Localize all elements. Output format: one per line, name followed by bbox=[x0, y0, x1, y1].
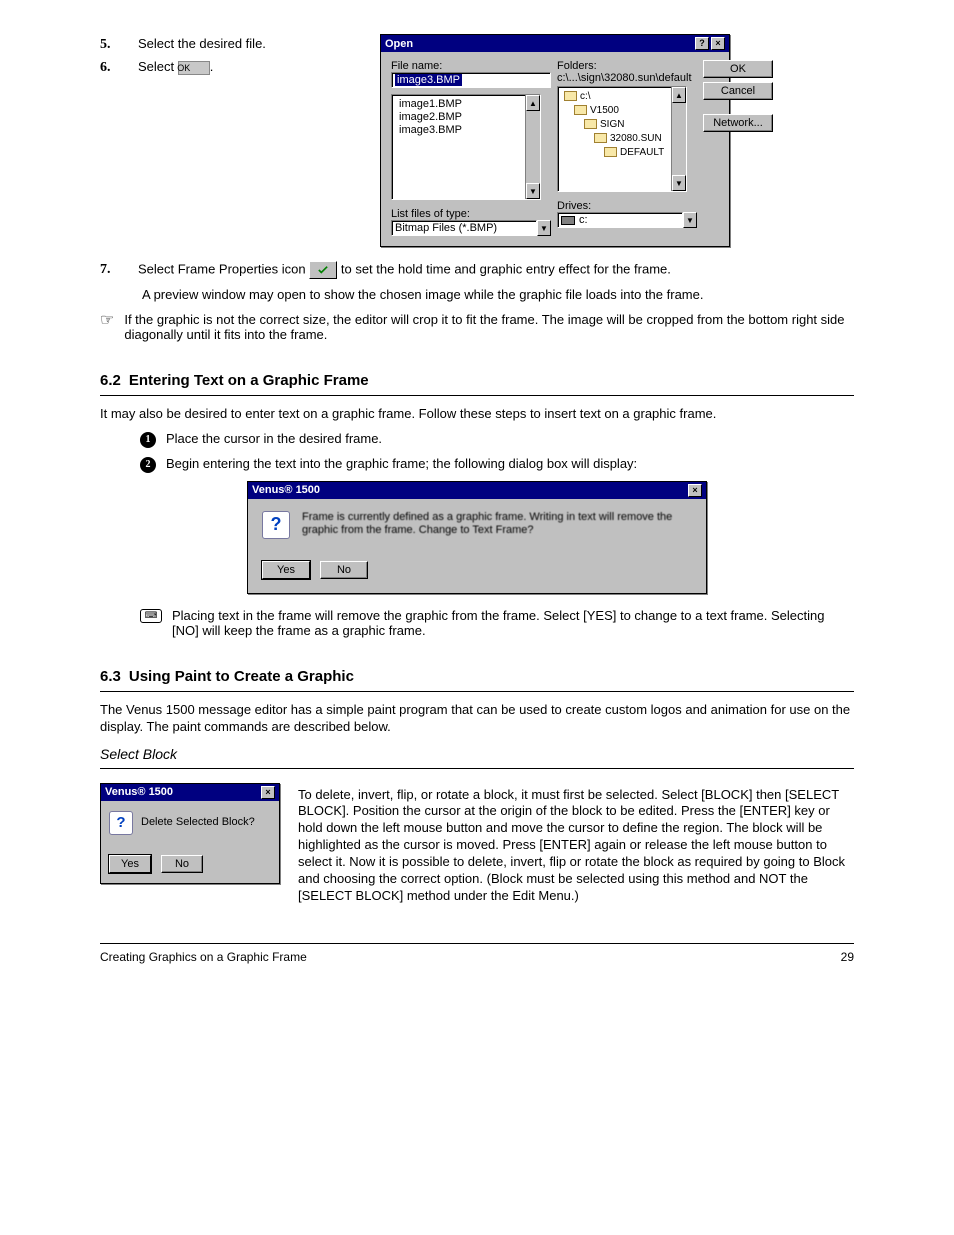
footer-left: Creating Graphics on a Graphic Frame bbox=[100, 950, 307, 964]
open-dialog: Open ? × File name: image3.BMP bbox=[380, 34, 730, 247]
scroll-down-icon[interactable]: ▼ bbox=[672, 175, 686, 191]
section3-title: Using Paint to Create a Graphic bbox=[129, 668, 354, 685]
hand-note-text: If the graphic is not the correct size, … bbox=[124, 312, 854, 342]
open-dialog-titlebar[interactable]: Open ? × bbox=[381, 35, 729, 52]
step-circle-1: 1 bbox=[140, 432, 156, 448]
frame-properties-icon bbox=[309, 261, 337, 279]
folder-open-icon bbox=[564, 91, 577, 101]
folders-label: Folders: bbox=[557, 60, 697, 72]
footer-right: 29 bbox=[841, 950, 854, 964]
section2-step2: Begin entering the text into the graphic… bbox=[166, 456, 637, 471]
delete-block-message: Delete Selected Block? bbox=[141, 816, 255, 829]
delete-block-dialog: Venus® 1500 × ? Delete Selected Block? Y… bbox=[100, 783, 280, 884]
step6-text: Select bbox=[138, 59, 174, 74]
section3-intro: The Venus 1500 message editor has a simp… bbox=[100, 702, 854, 736]
step5-text: Select the desired file. bbox=[138, 36, 266, 51]
step7-after: to set the hold time and graphic entry e… bbox=[341, 261, 671, 276]
section3-sub: Select Block bbox=[100, 746, 177, 762]
section-paint: 6.3 Using Paint to Create a Graphic The … bbox=[100, 668, 854, 913]
step6-num: 6. bbox=[120, 60, 138, 76]
section2-title: Entering Text on a Graphic Frame bbox=[129, 372, 369, 389]
file-item[interactable]: image2.BMP bbox=[399, 111, 533, 124]
delete-block-titlebar[interactable]: Venus® 1500 × bbox=[101, 784, 279, 801]
change-frame-title: Venus® 1500 bbox=[252, 484, 320, 496]
folder-tree[interactable]: c:\ V1500 SIGN 32080.SUN DEFAULT ▲ ▼ bbox=[557, 86, 687, 192]
drives-label: Drives: bbox=[557, 200, 697, 212]
network-button[interactable]: Network... bbox=[703, 114, 773, 132]
change-frame-titlebar[interactable]: Venus® 1500 × bbox=[248, 482, 706, 499]
change-frame-dialog: Venus® 1500 × ? Frame is currently defin… bbox=[247, 481, 707, 594]
file-name-label: File name: bbox=[391, 60, 551, 72]
keyboard-icon: ⌨ bbox=[140, 609, 162, 623]
keyboard-note: Placing text in the frame will remove th… bbox=[172, 608, 854, 638]
drive-icon bbox=[561, 216, 575, 225]
question-icon: ? bbox=[109, 811, 133, 835]
cancel-button[interactable]: Cancel bbox=[703, 82, 773, 100]
help-icon[interactable]: ? bbox=[695, 37, 709, 50]
file-item[interactable]: image1.BMP bbox=[399, 98, 533, 111]
step7-text: Select Frame Properties icon bbox=[138, 261, 306, 276]
no-button[interactable]: No bbox=[161, 855, 203, 873]
scroll-down-icon[interactable]: ▼ bbox=[526, 183, 540, 199]
close-icon[interactable]: × bbox=[261, 786, 275, 799]
file-item[interactable]: image3.BMP bbox=[399, 124, 533, 137]
close-icon[interactable]: × bbox=[688, 484, 702, 497]
close-icon[interactable]: × bbox=[711, 37, 725, 50]
open-dialog-title: Open bbox=[385, 38, 413, 50]
drive-select[interactable]: c: bbox=[557, 212, 683, 228]
ok-button[interactable]: OK bbox=[703, 60, 773, 78]
pointing-hand-icon: ☞ bbox=[100, 310, 114, 330]
step-circle-2: 2 bbox=[140, 457, 156, 473]
folder-open-icon bbox=[604, 147, 617, 157]
section2-step1: Place the cursor in the desired frame. bbox=[166, 431, 382, 446]
file-type-select[interactable]: Bitmap Files (*.BMP) bbox=[391, 220, 537, 236]
delete-block-title: Venus® 1500 bbox=[105, 786, 173, 798]
scroll-up-icon[interactable]: ▲ bbox=[526, 95, 540, 111]
step7-num: 7. bbox=[120, 262, 138, 278]
section2-intro: It may also be desired to enter text on … bbox=[100, 406, 854, 423]
folder-open-icon bbox=[574, 105, 587, 115]
folder-open-icon bbox=[594, 133, 607, 143]
scroll-up-icon[interactable]: ▲ bbox=[672, 87, 686, 103]
section-entering-text: 6.2 Entering Text on a Graphic Frame It … bbox=[100, 372, 854, 638]
yes-button[interactable]: Yes bbox=[109, 855, 151, 873]
chevron-down-icon[interactable]: ▼ bbox=[683, 212, 697, 228]
file-name-input[interactable]: image3.BMP bbox=[395, 74, 462, 86]
section2-num: 6.2 bbox=[100, 372, 121, 389]
step5-num: 5. bbox=[120, 37, 138, 53]
section3-body: To delete, invert, flip, or rotate a blo… bbox=[298, 787, 854, 905]
folder-open-icon bbox=[584, 119, 597, 129]
section-graphic-steps: 5.Select the desired file. 6.Select OK. … bbox=[100, 30, 854, 342]
ok-inline-btn: OK bbox=[178, 61, 210, 75]
folders-path: c:\...\sign\32080.sun\default bbox=[557, 72, 697, 84]
yes-button[interactable]: Yes bbox=[262, 561, 310, 579]
change-frame-message: Frame is currently defined as a graphic … bbox=[302, 511, 692, 537]
question-icon: ? bbox=[262, 511, 290, 539]
section3-num: 6.3 bbox=[100, 668, 121, 685]
preview-note: A preview window may open to show the ch… bbox=[142, 287, 854, 304]
file-list[interactable]: image1.BMP image2.BMP image3.BMP ▲ ▼ bbox=[391, 94, 541, 200]
chevron-down-icon[interactable]: ▼ bbox=[537, 220, 551, 236]
no-button[interactable]: No bbox=[320, 561, 368, 579]
list-files-label: List files of type: bbox=[391, 208, 551, 220]
